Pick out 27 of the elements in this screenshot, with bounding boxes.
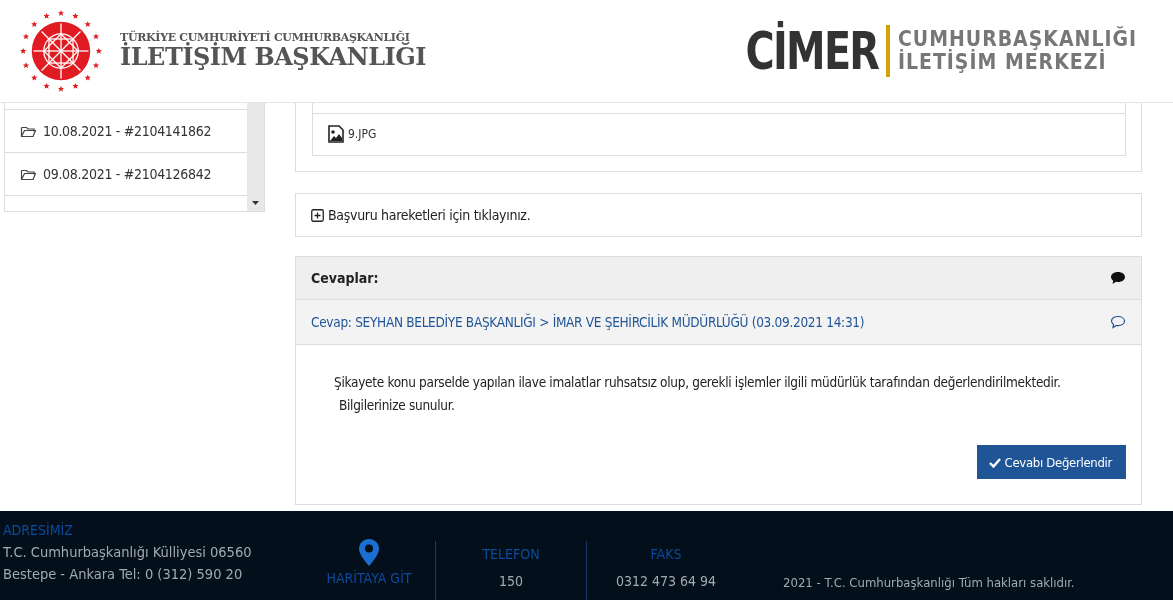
address-title: ADRESİMİZ	[3, 521, 74, 539]
brand-subtitle: CUMHURBAŞKANLIĞI	[898, 27, 1137, 51]
address-text: Bestepe - Ankara Tel: 0 (312) 590 20	[3, 565, 244, 584]
check-icon	[988, 456, 1001, 468]
speech-bubble-icon	[1110, 271, 1126, 285]
answer-text: Bilgilerinize sunulur.	[338, 396, 456, 415]
copyright-text: 2021 - T.C. Cumhurbaşkanlığı Tüm hakları saklıdır.	[783, 574, 1075, 590]
answer-text: Şikayete konu parselde yapılan ilave imalatlar ruhsatsız olup, gerekli işlemler ilgili müdürlük tarafından değerlendirilmektedir.	[334, 373, 1062, 392]
fax-number: 0312 473 64 94	[615, 573, 717, 589]
image-file-icon	[328, 125, 344, 144]
answers-title: Cevaplar:	[311, 270, 379, 286]
evaluate-answer-button[interactable]: Cevabı Değerlendir	[976, 445, 1126, 479]
history-toggle-label: Başvuru hareketleri için tıklayınız.	[328, 207, 531, 223]
scroll-down-arrow-icon	[252, 201, 259, 205]
speech-bubble-outline-icon	[1110, 315, 1126, 329]
brand-subtitle: İLETİŞİM MERKEZİ	[898, 51, 1107, 75]
fax-title: FAKS	[650, 545, 682, 563]
phone-number: 150	[498, 573, 523, 589]
organization-title: İLETİŞİM BAŞKANLIĞI	[120, 44, 426, 71]
scrollbar[interactable]	[247, 103, 264, 211]
history-toggle-panel[interactable]: Başvuru hareketleri için tıklayınız.	[295, 193, 1142, 237]
attachment-row[interactable]: 9.JPG	[312, 112, 1126, 156]
brand-wordmark: CİMER	[745, 21, 878, 81]
phone-title: TELEFON	[482, 545, 540, 563]
address-text: T.C. Cumhurbaşkanlığı Külliyesi 06560	[3, 543, 253, 562]
map-pin-icon	[359, 539, 379, 566]
attachment-name: 9.JPG	[348, 127, 377, 142]
